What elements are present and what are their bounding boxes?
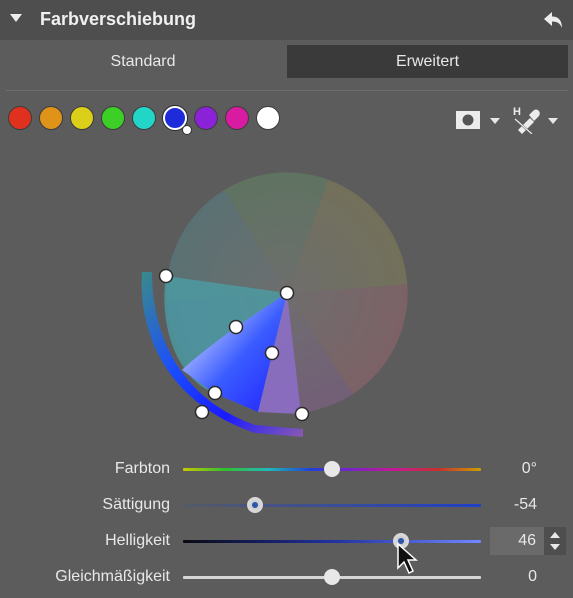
swatch-purple[interactable] — [194, 106, 218, 130]
slider-row-uniformity: Gleichmäßigkeit 0 — [0, 563, 573, 593]
slider-label: Gleichmäßigkeit — [55, 568, 170, 585]
tab-advanced[interactable]: Erweitert — [287, 45, 568, 78]
slider-value: 0° — [521, 460, 537, 477]
hue-slider-knob[interactable] — [324, 461, 340, 477]
reset-undo-icon[interactable] — [540, 6, 568, 34]
stepper-up-icon[interactable] — [550, 532, 560, 538]
slider-row-saturation: Sättigung -54 — [0, 491, 573, 521]
mode-tabs: Standard Erweitert — [0, 45, 573, 79]
swatch-green[interactable] — [101, 106, 125, 130]
mouse-pointer-icon — [397, 542, 418, 575]
uniformity-slider-knob[interactable] — [324, 569, 340, 585]
slider-value: 0 — [528, 568, 537, 585]
slider-label: Sättigung — [102, 496, 170, 513]
selected-indicator — [182, 125, 192, 135]
color-wheel[interactable] — [0, 150, 573, 450]
swatch-yellow[interactable] — [70, 106, 94, 130]
wheel-handle — [158, 268, 174, 284]
wheel-handle — [228, 319, 244, 335]
slider-label: Helligkeit — [105, 532, 170, 549]
saturation-slider-track[interactable] — [183, 504, 481, 507]
swatch-orange[interactable] — [39, 106, 63, 130]
brightness-value-text: 46 — [518, 532, 536, 549]
mask-dropdown-chevron-icon[interactable] — [490, 118, 500, 124]
slider-row-hue: Farbton 0° — [0, 455, 573, 485]
slider-label: Farbton — [114, 460, 170, 477]
brightness-stepper[interactable] — [544, 527, 566, 555]
saturation-slider-knob[interactable] — [246, 497, 263, 513]
divider — [6, 90, 568, 91]
panel-title: Farbverschiebung — [40, 9, 197, 29]
wheel-handle — [207, 385, 223, 401]
swatch-cyan[interactable] — [132, 106, 156, 130]
swatch-white[interactable] — [256, 106, 280, 130]
mask-icon[interactable] — [456, 111, 480, 129]
wheel-handle — [294, 406, 310, 422]
tab-standard[interactable]: Standard — [0, 45, 286, 78]
swatch-blue[interactable] — [163, 106, 192, 135]
stepper-down-icon[interactable] — [550, 544, 560, 550]
wheel-handle — [279, 285, 295, 301]
swatch-red[interactable] — [8, 106, 32, 130]
picker-dropdown-chevron-icon[interactable] — [548, 118, 558, 124]
slider-value: -54 — [513, 496, 537, 513]
hue-picker-icon[interactable]: H — [512, 104, 542, 134]
wheel-handle — [264, 345, 280, 361]
wheel-handle — [194, 404, 210, 420]
slider-row-brightness: Helligkeit 46 — [0, 527, 573, 557]
brightness-slider-track[interactable] — [183, 540, 481, 543]
svg-text:H: H — [513, 106, 521, 118]
panel-header[interactable]: Farbverschiebung — [0, 0, 573, 40]
collapse-triangle-icon[interactable] — [10, 14, 22, 22]
brightness-value-field[interactable]: 46 — [490, 527, 544, 555]
swatch-magenta[interactable] — [225, 106, 249, 130]
